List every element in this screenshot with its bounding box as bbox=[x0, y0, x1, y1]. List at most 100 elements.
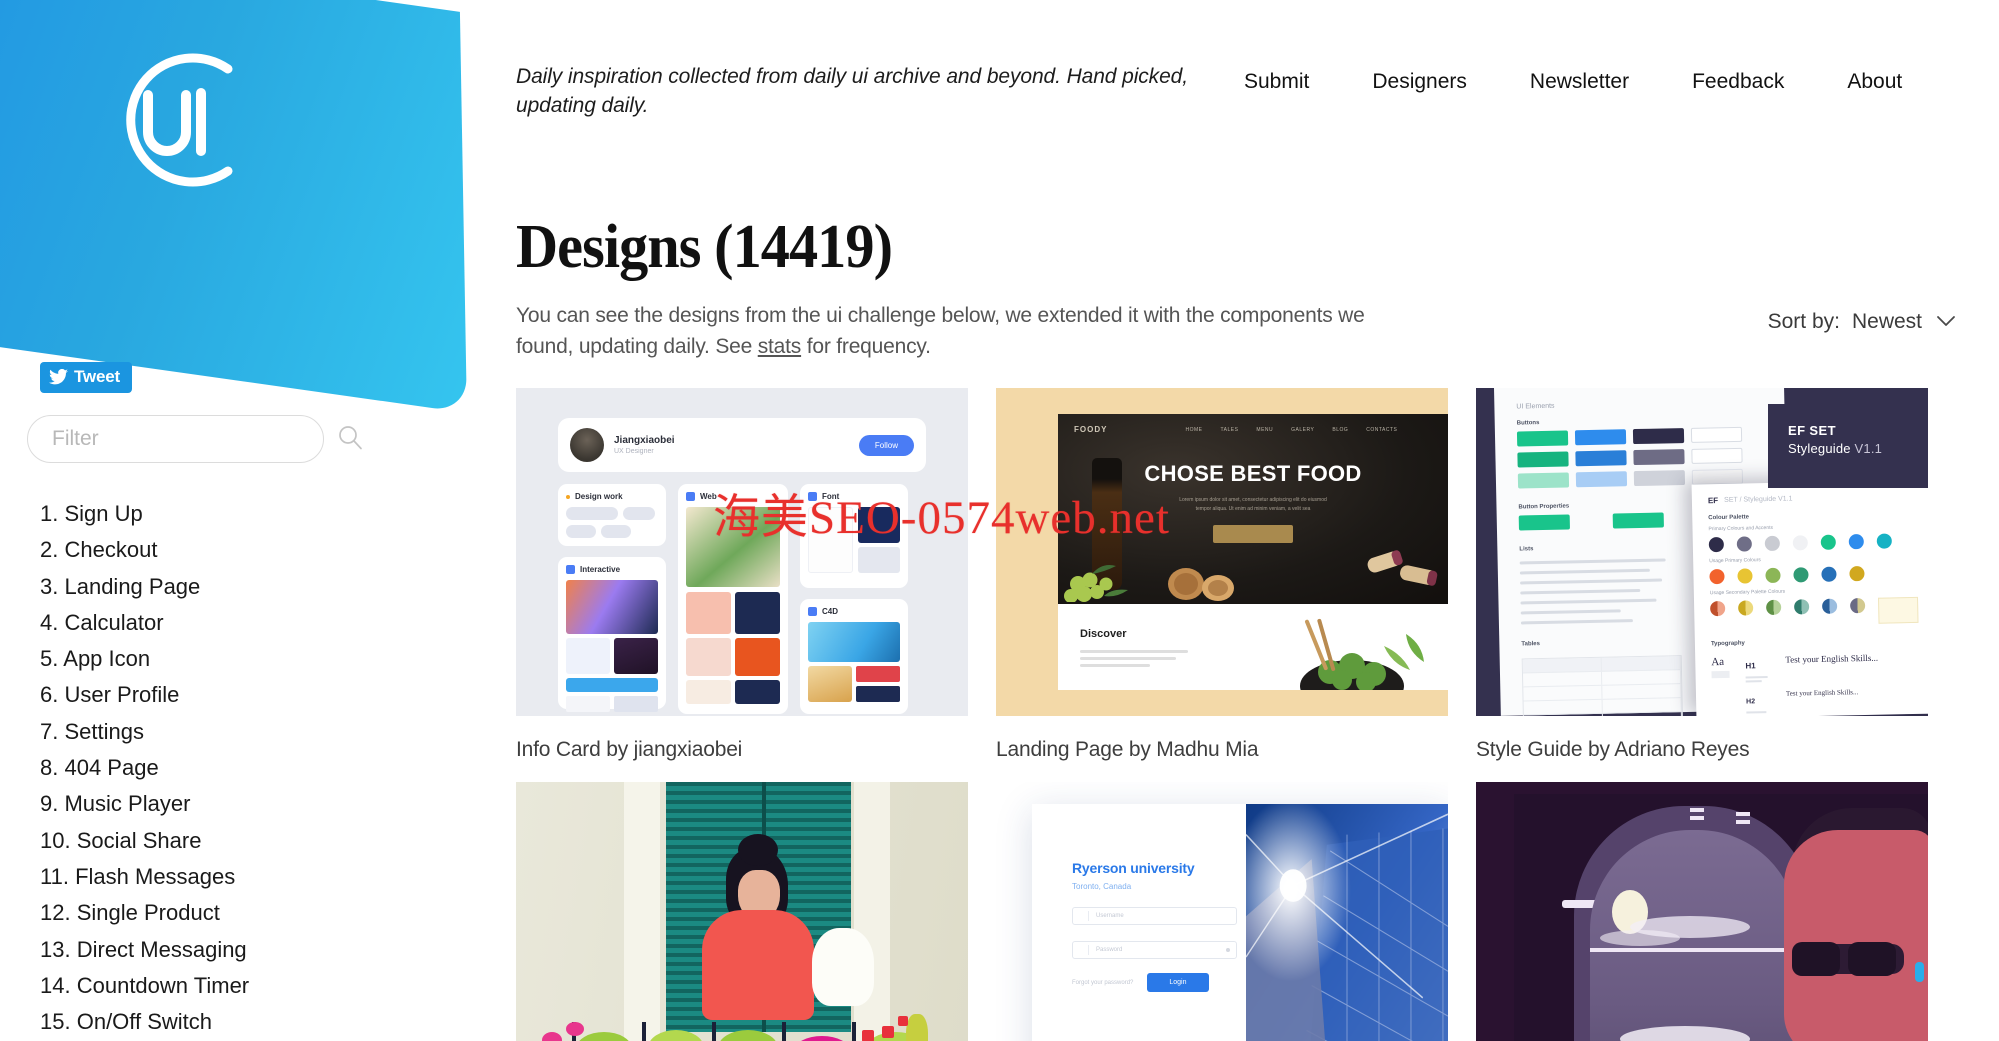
tweet-button[interactable]: Tweet bbox=[40, 362, 132, 393]
hero-nav-item: BLOG bbox=[1332, 426, 1349, 433]
category-label: Interactive bbox=[580, 565, 621, 574]
challenge-label: Checkout bbox=[64, 537, 158, 563]
challenge-label: Countdown Timer bbox=[76, 972, 250, 998]
list-item-challenge-10[interactable]: 10. Social Share bbox=[40, 823, 440, 859]
sort-by-value[interactable]: Newest bbox=[1852, 310, 1922, 334]
design-thumbnail-airplane-illustration[interactable] bbox=[1476, 782, 1928, 1041]
designs-grid: Jiangxiaobei UX Designer Follow Design w… bbox=[516, 388, 1956, 1041]
styleguide-sheet-front: EF SET / Styleguide V1.1 Colour Palette … bbox=[1691, 479, 1928, 716]
chip bbox=[623, 507, 655, 520]
challenge-number: 5. bbox=[40, 646, 59, 672]
design-card[interactable]: FOODY HOME TALES MENU GALERY BLOG CONTACTS CH… bbox=[996, 388, 1448, 762]
category-box-font: Font bbox=[800, 484, 908, 588]
design-thumbnail-university-login[interactable]: Ryerson university Toronto, Canada Usern… bbox=[996, 782, 1448, 1041]
challenge-number: 7. bbox=[40, 718, 59, 744]
challenge-list: 1. Sign Up 2. Checkout 3. Landing Page 4… bbox=[40, 496, 440, 1040]
design-card[interactable] bbox=[516, 782, 968, 1041]
bullet-icon bbox=[566, 494, 570, 499]
list-item-challenge-12[interactable]: 12. Single Product bbox=[40, 895, 440, 931]
hero-nav: FOODY HOME TALES MENU GALERY BLOG CONTACTS bbox=[1058, 414, 1448, 445]
list-item-challenge-7[interactable]: 7. Settings bbox=[40, 714, 440, 750]
badge-subtitle: Styleguide bbox=[1788, 441, 1851, 456]
challenge-label: Sign Up bbox=[64, 501, 143, 526]
category-box-interactive: Interactive bbox=[558, 557, 666, 712]
search-icon bbox=[337, 424, 363, 455]
design-thumbnail-balcony-illustration[interactable] bbox=[516, 782, 968, 1041]
list-item-challenge-15[interactable]: 15. On/Off Switch bbox=[40, 1004, 440, 1040]
list-item-challenge-11[interactable]: 11. Flash Messages bbox=[40, 859, 440, 895]
challenge-label: On/Off Switch bbox=[76, 1009, 213, 1035]
filter-search-box[interactable] bbox=[27, 415, 362, 463]
nav-link-feedback[interactable]: Feedback bbox=[1692, 70, 1784, 94]
nav-link-submit[interactable]: Submit bbox=[1244, 70, 1309, 94]
badge-title: EF SET bbox=[1788, 423, 1836, 438]
avatar bbox=[570, 428, 604, 462]
page-description: You can see the designs from the ui chal… bbox=[516, 300, 1421, 362]
design-thumbnail-style-guide[interactable]: UI Elements Buttons Button Properties Li… bbox=[1476, 388, 1928, 716]
list-item-challenge-5[interactable]: 5. App Icon bbox=[40, 641, 440, 677]
design-thumbnail-landing-page[interactable]: FOODY HOME TALES MENU GALERY BLOG CONTACTS CH… bbox=[996, 388, 1448, 716]
chip bbox=[566, 507, 618, 520]
design-card[interactable]: Jiangxiaobei UX Designer Follow Design w… bbox=[516, 388, 968, 762]
design-card[interactable]: UI Elements Buttons Button Properties Li… bbox=[1476, 388, 1928, 762]
challenge-label: Social Share bbox=[76, 827, 202, 853]
list-item-challenge-2[interactable]: 2. Checkout bbox=[40, 532, 440, 568]
category-label: Font bbox=[822, 492, 840, 501]
sidebar: Tweet 1. Sign Up 2. Checkout 3. Landing … bbox=[0, 0, 470, 1041]
challenge-number: 14. bbox=[40, 972, 71, 998]
description-text-1: You can see the designs from the ui chal… bbox=[516, 304, 1365, 358]
nav-link-designers[interactable]: Designers bbox=[1372, 70, 1467, 94]
top-bar: Daily inspiration collected from daily u… bbox=[516, 62, 1956, 120]
category-box-web: Web bbox=[678, 484, 788, 714]
sort-by-control[interactable]: Sort by: Newest bbox=[1768, 300, 1956, 334]
hero-nav-item: MENU bbox=[1256, 426, 1274, 433]
count-badge bbox=[686, 492, 695, 501]
challenge-number: 4. bbox=[40, 609, 59, 635]
list-item-challenge-6[interactable]: 6. User Profile bbox=[40, 677, 440, 713]
list-item-challenge-3[interactable]: 3. Landing Page bbox=[40, 569, 440, 605]
login-button: Login bbox=[1147, 973, 1209, 992]
grapes-graphic bbox=[1064, 565, 1128, 602]
badge-version: V1.1 bbox=[1854, 441, 1883, 456]
username-placeholder: Username bbox=[1096, 913, 1124, 919]
list-item-challenge-13[interactable]: 13. Direct Messaging bbox=[40, 932, 440, 968]
campus-photo bbox=[1246, 804, 1448, 1041]
challenge-number: 3. bbox=[40, 573, 59, 599]
list-item-challenge-1[interactable]: 1. Sign Up bbox=[40, 496, 440, 532]
category-label: Web bbox=[700, 492, 717, 501]
design-card[interactable]: Ryerson university Toronto, Canada Usern… bbox=[996, 782, 1448, 1041]
login-title: Ryerson university bbox=[1072, 860, 1195, 876]
challenge-label: 404 Page bbox=[64, 755, 159, 781]
design-card[interactable] bbox=[1476, 782, 1928, 1041]
list-item-challenge-8[interactable]: 8. 404 Page bbox=[40, 750, 440, 786]
cat-illustration bbox=[812, 928, 874, 1006]
hero-section: FOODY HOME TALES MENU GALERY BLOG CONTACTS CH… bbox=[1058, 414, 1448, 604]
chevron-down-icon[interactable] bbox=[1936, 310, 1956, 334]
stats-link[interactable]: stats bbox=[758, 335, 802, 358]
main-content: Daily inspiration collected from daily u… bbox=[470, 0, 1999, 1041]
hero-cta-button bbox=[1213, 525, 1293, 543]
filter-input[interactable] bbox=[28, 427, 337, 451]
list-item-challenge-4[interactable]: 4. Calculator bbox=[40, 605, 440, 641]
nav-link-newsletter[interactable]: Newsletter bbox=[1530, 70, 1629, 94]
hero-nav-item: GALERY bbox=[1291, 426, 1315, 433]
type-text: Test your English Skills... bbox=[1785, 688, 1859, 698]
list-item-challenge-14[interactable]: 14. Countdown Timer bbox=[40, 968, 440, 1004]
nav-link-about[interactable]: About bbox=[1847, 70, 1902, 94]
eye-icon bbox=[1226, 948, 1230, 952]
challenge-label: User Profile bbox=[64, 682, 180, 708]
password-placeholder: Password bbox=[1096, 947, 1123, 953]
list-item-challenge-9[interactable]: 9. Music Player bbox=[40, 786, 440, 822]
challenge-number: 1. bbox=[40, 501, 59, 526]
type-sample: H1 bbox=[1745, 661, 1756, 671]
circle-c-ui-logo-icon[interactable] bbox=[88, 35, 258, 205]
profile-name: Jiangxiaobei bbox=[614, 435, 675, 446]
challenge-label: Calculator bbox=[64, 609, 164, 635]
challenge-number: 13. bbox=[40, 936, 71, 962]
design-thumbnail-info-card[interactable]: Jiangxiaobei UX Designer Follow Design w… bbox=[516, 388, 968, 716]
category-box-c4d: C4D bbox=[800, 599, 908, 714]
design-caption: Style Guide by Adriano Reyes bbox=[1476, 738, 1750, 761]
challenge-number: 11. bbox=[40, 863, 69, 889]
user-icon bbox=[1079, 911, 1089, 921]
hero-nav-item: TALES bbox=[1220, 426, 1239, 433]
